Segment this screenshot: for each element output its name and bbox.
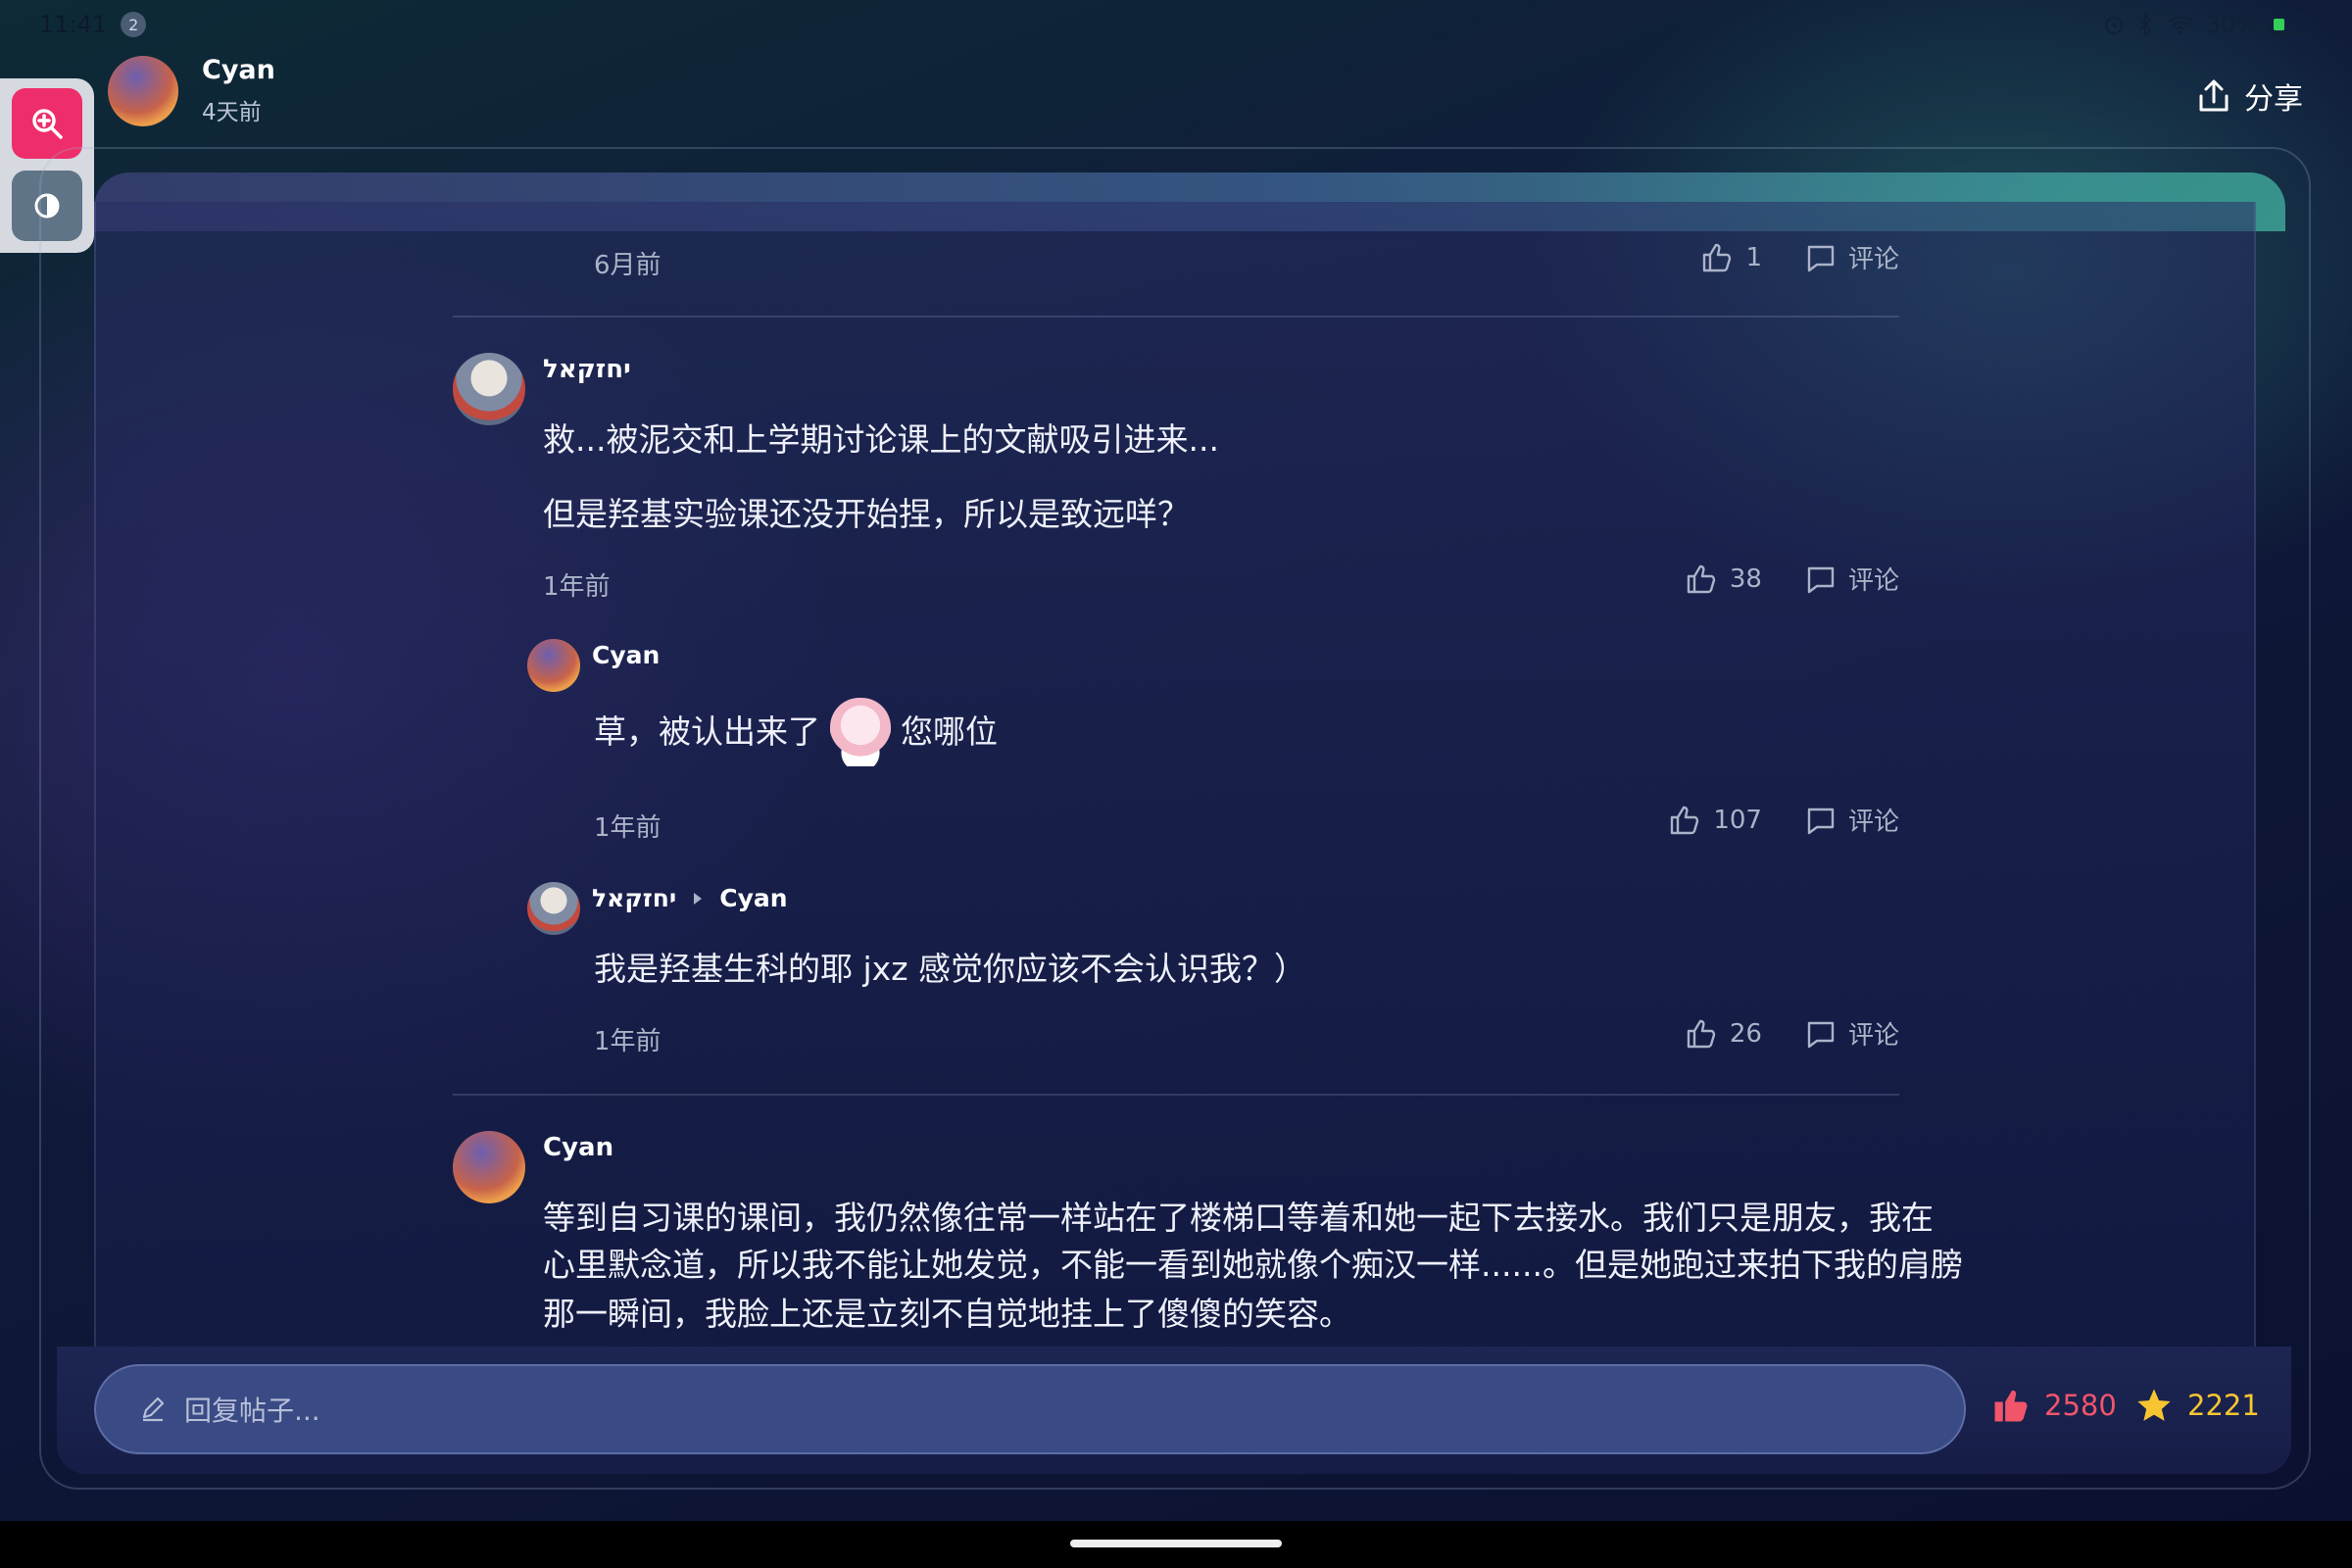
status-bar: 11:41 2 30% [0,0,2352,49]
sticker-image [830,698,891,766]
like-count: 26 [1729,1018,1762,1049]
reply-arrow-icon [694,892,703,905]
comment-bubble-icon [1807,566,1835,593]
reply-bar: 回复帖子... 2580 2221 [57,1347,2291,1474]
reply-author[interactable]: Cyan [592,641,660,669]
comment-divider [453,316,1899,318]
comment-time: 1年前 [543,572,611,602]
comment-bubble-icon [1807,1021,1835,1048]
like-count: 1 [1745,242,1762,272]
reply-text-before: 草，被认出来了 [594,712,820,751]
post-like-button[interactable]: 2580 [1991,1386,2117,1425]
comment-text: 那一瞬间，我脸上还是立刻不自觉地挂上了傻傻的笑容。 [543,1295,1351,1333]
bluetooth-icon [2138,13,2152,36]
comment-actions: 38 评论 [1685,561,1899,597]
reply-header: יחזקאל Cyan [592,884,788,912]
comment-button[interactable]: 评论 [1805,802,1899,838]
like-button[interactable]: 38 [1685,563,1762,596]
battery-percent: 30% [2205,11,2258,38]
reply-avatar[interactable] [527,639,580,692]
reply-to-user[interactable]: Cyan [719,884,787,912]
like-count: 38 [1729,564,1762,594]
post-like-count: 2580 [2044,1389,2117,1422]
like-count: 107 [1713,805,1762,835]
commenter-avatar[interactable] [453,353,525,425]
comment-label: 评论 [1847,808,1899,837]
comment-button[interactable]: 评论 [1805,561,1899,597]
comment-text: 心里默念道，所以我不能让她发觉，不能一看到她就像个痴汉一样......。但是她跑… [543,1246,1963,1284]
reply-actions: 107 评论 [1668,802,1899,838]
commenter-name[interactable]: Cyan [543,1133,613,1162]
reply-avatar[interactable] [527,882,580,935]
pencil-icon [142,1396,165,1422]
post-star-count: 2221 [2187,1389,2260,1422]
commenter-name[interactable]: יחזקאל [543,355,631,384]
reply-time: 1年前 [594,813,662,843]
reply-time: 1年前 [594,1027,662,1056]
star-filled-icon [2137,1389,2171,1421]
like-button[interactable]: 1 [1700,241,1762,274]
thumbs-up-icon [1671,806,1699,834]
status-time: 11:41 [39,11,108,38]
comment-text: 但是羟基实验课还没开始捏，所以是致远咩？ [543,495,1190,533]
thumbs-up-icon [1687,1019,1716,1048]
comment-actions: 1 评论 [1700,239,1899,275]
comment-text: 救...被泥交和上学期讨论课上的文献吸引进来... [543,420,1219,459]
author-avatar[interactable] [108,55,178,126]
commenter-avatar[interactable] [453,1131,525,1203]
comment-label: 评论 [1847,566,1899,596]
notification-count-badge: 2 [121,12,147,37]
share-icon [2199,79,2229,112]
comment-label: 评论 [1847,1021,1899,1051]
zoom-in-icon [32,109,63,139]
share-label: 分享 [2244,82,2303,117]
wifi-icon [2167,16,2193,34]
battery-icon [2270,15,2313,34]
like-button[interactable]: 107 [1668,804,1762,837]
reply-author[interactable]: יחזקאל [592,884,676,912]
thumbs-up-icon [1703,243,1732,271]
home-indicator[interactable] [1070,1540,1282,1547]
comment-bubble-icon [1807,245,1835,271]
author-name[interactable]: Cyan [202,55,275,85]
post-time: 4天前 [202,100,262,125]
like-button[interactable]: 26 [1685,1017,1762,1051]
post-star-button[interactable]: 2221 [2134,1386,2260,1425]
comment-divider [453,1094,1899,1096]
reply-actions: 26 评论 [1685,1015,1899,1052]
comment-time: 6月前 [594,251,662,280]
thumbs-up-filled-icon [1994,1390,2028,1422]
comment-text: 等到自习课的课间，我仍然像往常一样站在了楼梯口等着和她一起下去接水。我们只是朋友… [543,1199,1934,1237]
share-button[interactable]: 分享 [2197,74,2303,118]
comment-button[interactable]: 评论 [1805,1015,1899,1052]
thumbs-up-icon [1687,564,1716,593]
comment-button[interactable]: 评论 [1805,239,1899,275]
reply-input[interactable]: 回复帖子... [94,1364,1966,1454]
comments-panel[interactable]: 6月前 1 评论 יחזקאל 救...被泥交和上学期讨论课上的文献吸引进来..… [94,202,2256,1347]
comment-label: 评论 [1847,245,1899,274]
reply-text: 我是羟基生科的耶 jxz 感觉你应该不会认识我？） [594,950,1306,988]
reply-text: 草，被认出来了 您哪位 [594,698,998,766]
reply-placeholder: 回复帖子... [184,1395,320,1427]
comment-bubble-icon [1807,808,1835,834]
reply-text-after: 您哪位 [901,712,998,751]
alarm-icon [2104,17,2123,34]
post-header: Cyan 4天前 [108,55,275,126]
